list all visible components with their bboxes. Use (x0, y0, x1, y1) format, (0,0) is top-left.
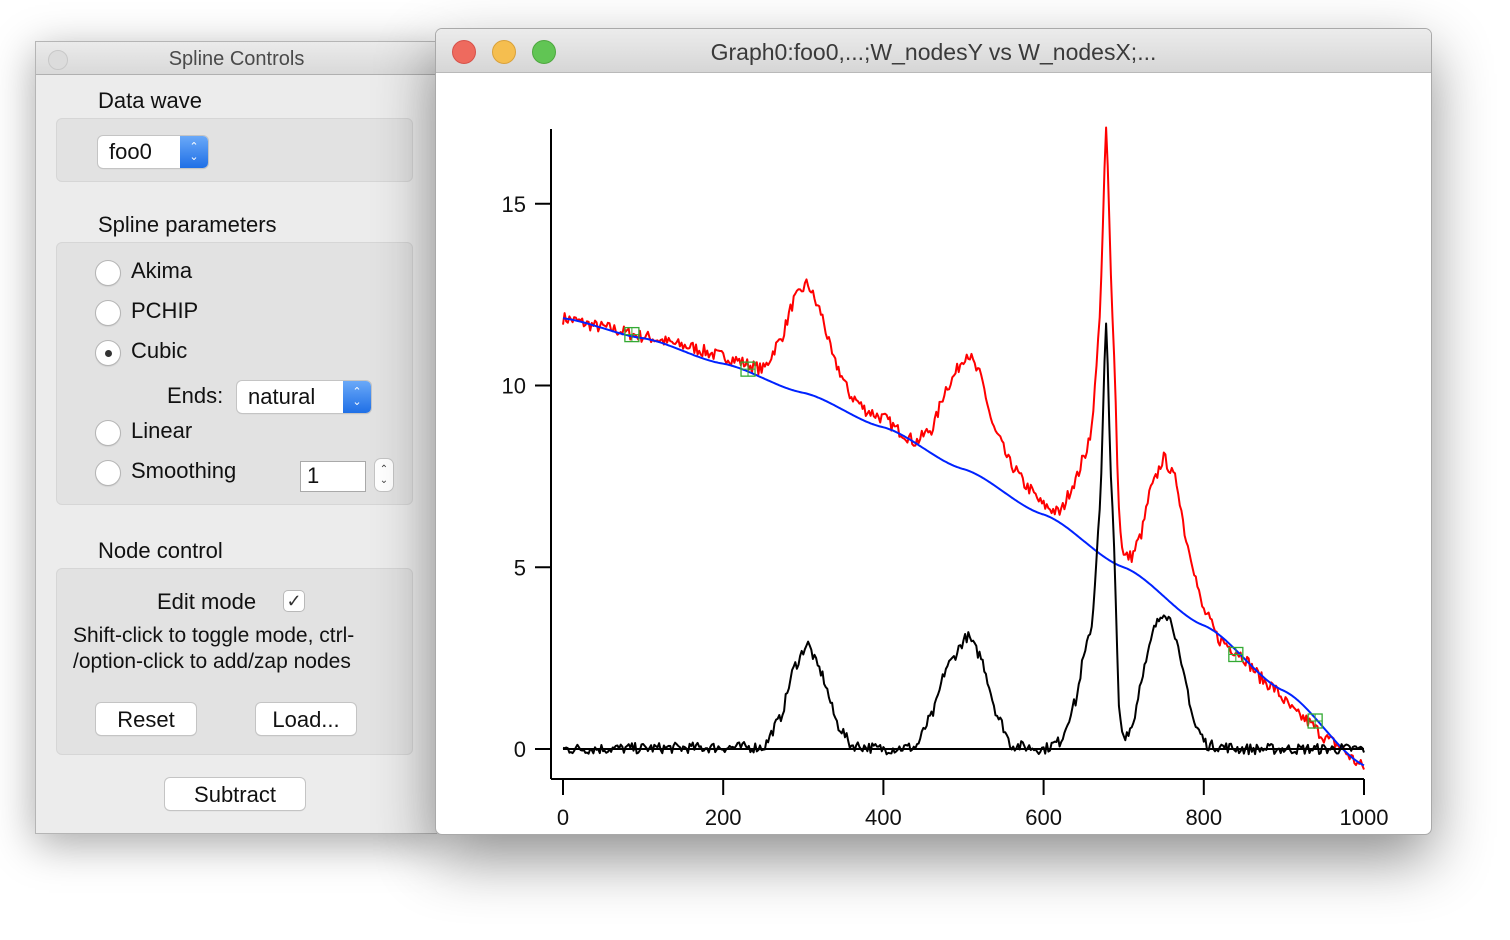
zoom-button[interactable] (532, 40, 556, 64)
ends-label: Ends: (167, 383, 224, 408)
y-tick-label: 0 (514, 737, 526, 762)
controls-window-title: Spline Controls (168, 48, 305, 70)
graph-window: Graph0:foo0,...;W_nodesY vs W_nodesX;...… (436, 29, 1431, 834)
node-control-label: Node control (98, 538, 223, 563)
close-button[interactable] (48, 50, 68, 70)
spline-node-marker[interactable] (1307, 713, 1323, 729)
axes-layer: 0 5 10 15 0 200 400 600 800 1000 (502, 129, 1389, 830)
radio-label: Linear (131, 418, 193, 443)
data-wave-label: Data wave (98, 88, 202, 113)
edit-mode-label: Edit mode (157, 589, 257, 614)
help-line-2: /option-click to add/zap nodes (73, 650, 351, 673)
smoothing-input[interactable]: 1 (300, 461, 366, 492)
y-tick-label: 15 (502, 192, 526, 217)
x-tick-label: 0 (557, 805, 569, 830)
popup-arrows-icon: ⌃ ⌄ (180, 136, 208, 168)
radio-pchip[interactable]: PCHIP (95, 298, 199, 326)
radio-label: Cubic (131, 338, 188, 363)
ends-value: natural (248, 384, 316, 409)
graph-titlebar[interactable]: Graph0:foo0,...;W_nodesY vs W_nodesX;... (436, 29, 1431, 73)
data-wave-popup[interactable]: foo0 ⌃ ⌄ (98, 136, 208, 168)
series-subtracted-data-baseline- (562, 322, 1365, 756)
help-line-1: Shift-click to toggle mode, ctrl- (73, 624, 355, 647)
radio-cubic[interactable]: Cubic (95, 338, 188, 366)
radio-button[interactable] (95, 420, 121, 446)
data-wave-value: foo0 (109, 139, 152, 164)
spline-parameters-label: Spline parameters (98, 212, 277, 237)
node-help-text: Shift-click to toggle mode, ctrl- /optio… (73, 623, 354, 675)
spline-controls-window: Spline Controls Data wave foo0 ⌃ ⌄ Spline… (35, 41, 437, 834)
radio-smoothing[interactable]: Smoothing (95, 458, 237, 486)
series-foo0-data- (562, 126, 1365, 770)
ends-popup[interactable]: natural ⌃ ⌄ (237, 381, 371, 413)
radio-label: PCHIP (131, 298, 199, 323)
node-control-group: Edit mode ✓ Shift-click to toggle mode, … (56, 568, 413, 755)
y-tick-label: 10 (502, 374, 526, 399)
x-tick-label: 200 (705, 805, 742, 830)
close-button[interactable] (452, 40, 476, 64)
controls-titlebar[interactable]: Spline Controls (36, 42, 437, 75)
radio-label: Smoothing (131, 458, 237, 483)
graph-plot[interactable]: 0 5 10 15 0 200 400 600 800 1000 (436, 73, 1431, 834)
stepper-down-icon[interactable]: ⌄ (380, 475, 388, 486)
spline-parameters-group: Akima PCHIP Cubic Ends: natural ⌃ ⌄ Linea… (56, 242, 413, 505)
minimize-button[interactable] (492, 40, 516, 64)
load-button[interactable]: Load... (256, 703, 356, 735)
radio-button[interactable] (95, 260, 121, 286)
series-spline-baseline (562, 317, 1365, 767)
series-layer (562, 126, 1365, 770)
edit-mode-checkbox[interactable]: ✓ (284, 591, 304, 611)
radio-linear[interactable]: Linear (95, 418, 193, 446)
x-tick-label: 1000 (1340, 805, 1389, 830)
popup-arrows-icon: ⌃ ⌄ (343, 381, 371, 413)
y-tick-label: 5 (514, 555, 526, 580)
radio-button[interactable] (95, 460, 121, 486)
smoothing-stepper[interactable]: ⌃ ⌄ (375, 459, 393, 491)
radio-label: Akima (131, 258, 193, 283)
subtract-button[interactable]: Subtract (165, 778, 305, 810)
radio-akima[interactable]: Akima (95, 258, 193, 286)
x-tick-label: 600 (1025, 805, 1062, 830)
data-wave-group: foo0 ⌃ ⌄ (56, 118, 413, 182)
reset-button[interactable]: Reset (96, 703, 196, 735)
radio-button[interactable] (95, 300, 121, 326)
x-tick-label: 400 (865, 805, 902, 830)
radio-button-selected[interactable] (95, 340, 121, 366)
stepper-up-icon[interactable]: ⌃ (380, 464, 388, 475)
graph-window-title: Graph0:foo0,...;W_nodesY vs W_nodesX;... (710, 39, 1157, 65)
x-tick-label: 800 (1185, 805, 1222, 830)
